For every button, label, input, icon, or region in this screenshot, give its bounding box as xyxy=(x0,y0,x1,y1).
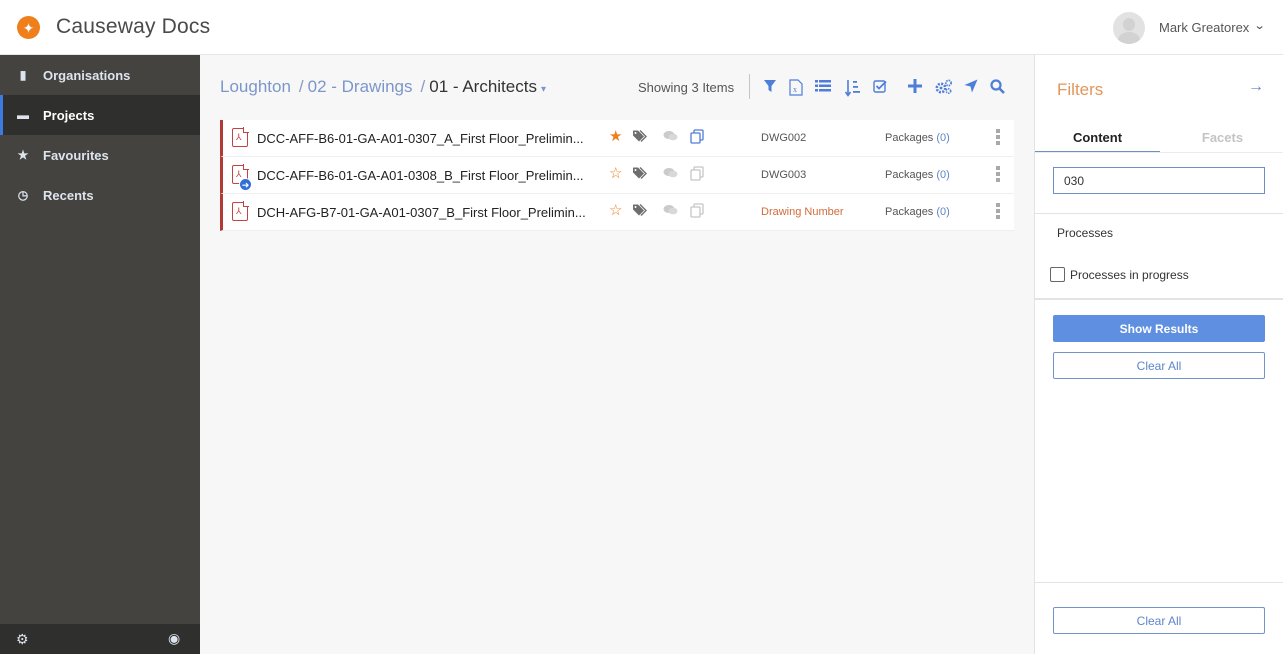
sidebar-item-label: Projects xyxy=(43,107,95,123)
breadcrumb: Loughton/02 - Drawings/01 - Architects ▾ xyxy=(220,77,546,97)
show-results-button[interactable]: Show Results xyxy=(1053,315,1265,342)
chevron-down-icon[interactable]: ▾ xyxy=(541,84,546,95)
add-icon[interactable] xyxy=(908,79,922,96)
breadcrumb-item-project[interactable]: Loughton xyxy=(220,77,291,96)
item-count: Showing 3 Items xyxy=(638,80,735,95)
divider xyxy=(1035,213,1283,214)
chevron-down-icon[interactable]: ⌄ xyxy=(1254,19,1266,32)
document-name[interactable]: DCC-AFF-B6-01-GA-A01-0307_A_First Floor_… xyxy=(257,131,584,146)
document-row[interactable]: ⅄ DCH-AFG-B7-01-GA-A01-0307_B_First Floo… xyxy=(220,194,1014,231)
document-list: ⅄ DCC-AFF-B6-01-GA-A01-0307_A_First Floo… xyxy=(220,120,1014,231)
filter-search-input[interactable] xyxy=(1053,167,1265,194)
gear-icon[interactable]: ⚙ xyxy=(16,631,29,648)
tab-divider xyxy=(1035,152,1283,153)
footer-clear-all-button[interactable]: Clear All xyxy=(1053,607,1265,634)
settings-icon[interactable] xyxy=(935,79,953,98)
briefcase-icon: ▬ xyxy=(17,108,29,122)
packages-link[interactable]: Packages (0) xyxy=(885,169,950,181)
packages-link[interactable]: Packages (0) xyxy=(885,206,950,218)
search-icon[interactable] xyxy=(990,79,1005,97)
processes-heading: Processes xyxy=(1057,226,1114,240)
pdf-file-icon: ⅄ xyxy=(232,201,249,221)
tab-facets[interactable]: Facets xyxy=(1160,130,1283,145)
document-name[interactable]: DCC-AFF-B6-01-GA-A01-0308_B_First Floor_… xyxy=(257,168,584,183)
building-icon: ▮ xyxy=(19,68,27,82)
sort-icon[interactable] xyxy=(844,79,861,100)
breadcrumb-separator: / xyxy=(298,77,304,96)
eye-slash-icon[interactable]: ◉ xyxy=(168,630,180,647)
sidebar-item-recents[interactable]: ◷ Recents xyxy=(0,175,200,215)
sidebar-item-label: Organisations xyxy=(43,67,131,83)
clear-all-button[interactable]: Clear All xyxy=(1053,352,1265,379)
pdf-file-icon: ⅄ xyxy=(232,127,249,147)
document-row[interactable]: ⅄ ➜ DCC-AFF-B6-01-GA-A01-0308_B_First Fl… xyxy=(220,157,1014,194)
sidebar-item-label: Favourites xyxy=(43,147,109,163)
copy-icon[interactable] xyxy=(690,203,704,221)
more-options-icon[interactable] xyxy=(996,203,1002,221)
copy-icon[interactable] xyxy=(690,129,704,147)
sidebar-item-projects[interactable]: ▬ Projects xyxy=(0,95,200,135)
app-title: Causeway Docs xyxy=(56,15,211,38)
select-icon[interactable] xyxy=(873,79,888,96)
packages-count: (0) xyxy=(936,132,950,144)
user-name[interactable]: Mark Greatorex xyxy=(1159,20,1249,35)
tag-icon[interactable] xyxy=(633,130,649,146)
processes-in-progress-label[interactable]: Processes in progress xyxy=(1070,268,1189,282)
user-avatar[interactable] xyxy=(1113,12,1145,44)
tab-content[interactable]: Content xyxy=(1035,130,1160,153)
navigate-icon[interactable] xyxy=(964,79,978,96)
more-options-icon[interactable] xyxy=(996,166,1002,184)
sidebar-item-favourites[interactable]: ★ Favourites xyxy=(0,135,200,175)
comment-icon[interactable] xyxy=(663,130,678,145)
favourite-star-icon[interactable]: ★ xyxy=(609,129,622,144)
causeway-logo-icon[interactable]: ✦ xyxy=(17,16,40,39)
star-icon: ★ xyxy=(17,148,29,162)
breadcrumb-separator: / xyxy=(420,77,426,96)
breadcrumb-current[interactable]: 01 - Architects xyxy=(429,77,537,96)
document-name[interactable]: DCH-AFG-B7-01-GA-A01-0307_B_First Floor_… xyxy=(257,205,586,220)
comment-icon[interactable] xyxy=(663,167,678,182)
packages-link[interactable]: Packages (0) xyxy=(885,132,950,144)
document-row[interactable]: ⅄ DCC-AFF-B6-01-GA-A01-0307_A_First Floo… xyxy=(220,120,1014,157)
divider xyxy=(1035,582,1283,583)
export-excel-icon[interactable]: x xyxy=(789,79,803,99)
packages-count: (0) xyxy=(936,206,950,218)
arrow-right-icon[interactable]: → xyxy=(1248,78,1264,96)
breadcrumb-item-folder[interactable]: 02 - Drawings xyxy=(308,77,413,96)
sidebar-item-organisations[interactable]: ▮ Organisations xyxy=(0,55,200,95)
clock-icon: ◷ xyxy=(17,188,29,202)
list-view-icon[interactable] xyxy=(815,79,831,96)
tag-icon[interactable] xyxy=(633,204,649,220)
sidebar-item-label: Recents xyxy=(43,187,94,203)
favourite-star-outline-icon[interactable]: ☆ xyxy=(609,166,622,181)
process-arrow-icon: ➜ xyxy=(239,178,252,191)
svg-text:x: x xyxy=(793,85,797,94)
favourite-star-outline-icon[interactable]: ☆ xyxy=(609,203,622,218)
packages-label: Packages xyxy=(885,132,934,144)
tag-icon[interactable] xyxy=(633,167,649,183)
packages-label: Packages xyxy=(885,169,934,181)
toolbar-divider xyxy=(749,74,750,99)
sidebar: ▮ Organisations ▬ Projects ★ Favourites … xyxy=(0,55,200,654)
drawing-number: DWG002 xyxy=(761,132,807,144)
filter-icon[interactable] xyxy=(763,79,777,96)
comment-icon[interactable] xyxy=(663,204,678,219)
drawing-number: DWG003 xyxy=(761,169,807,181)
filters-title: Filters xyxy=(1057,80,1104,99)
divider xyxy=(1035,298,1283,300)
app-header: ✦ Causeway Docs Mark Greatorex ⌄ xyxy=(0,0,1283,55)
packages-label: Packages xyxy=(885,206,934,218)
more-options-icon[interactable] xyxy=(996,129,1002,147)
drawing-number-placeholder[interactable]: Drawing Number xyxy=(761,206,844,218)
sidebar-footer: ⚙ ◉ xyxy=(0,624,200,654)
processes-in-progress-checkbox[interactable] xyxy=(1050,267,1065,282)
filters-panel: Filters → Content Facets Processes Proce… xyxy=(1034,55,1283,654)
copy-icon[interactable] xyxy=(690,166,704,184)
packages-count: (0) xyxy=(936,169,950,181)
main-content: Loughton/02 - Drawings/01 - Architects ▾ … xyxy=(200,55,1034,654)
